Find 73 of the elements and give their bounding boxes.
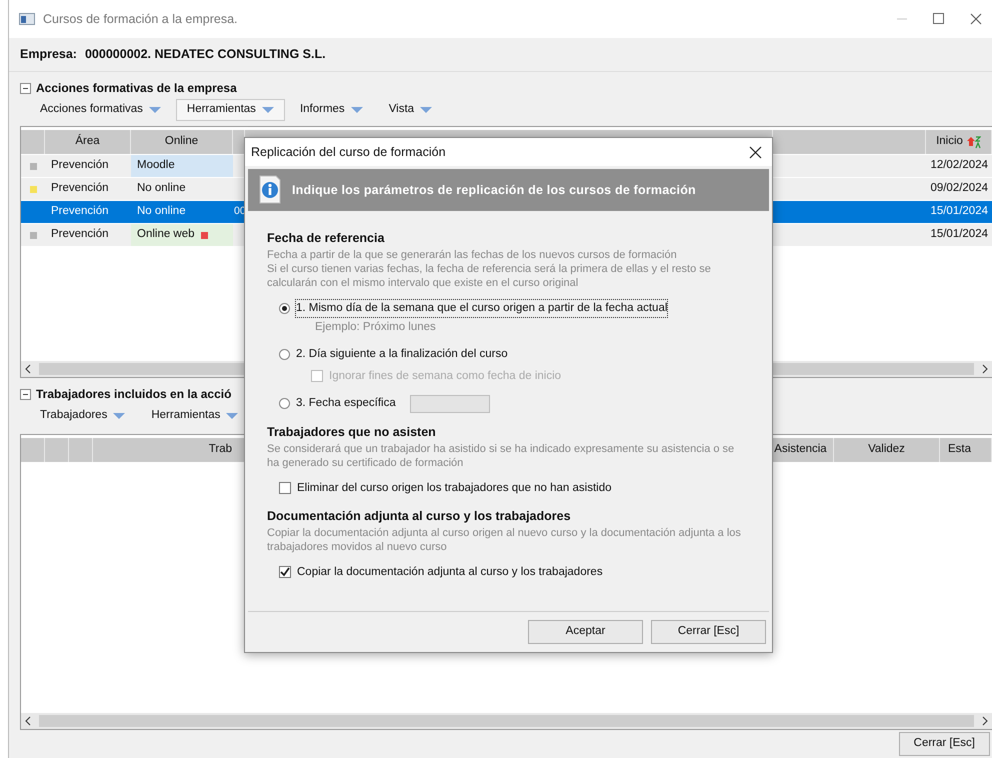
table-cell: Moodle [131,155,233,177]
radio-button[interactable] [279,349,290,360]
window-title: Cursos de formación a la empresa. [43,10,238,28]
table-cell: No online [131,178,233,200]
scroll-left-icon[interactable] [25,716,31,726]
company-label: Empresa: [20,46,77,64]
table-cell: Prevención [45,178,131,200]
collapse-icon[interactable] [20,388,31,400]
table-cell: Prevención [45,155,131,177]
section-heading: Fecha de referencia [267,230,386,247]
table-cell: 15/01/2024 [926,201,992,223]
checkbox[interactable] [279,482,291,494]
column-header[interactable]: Online [131,130,233,154]
maximize-icon[interactable] [933,13,944,24]
table-cell: No online [131,201,233,223]
info-icon [258,175,282,205]
description-text: Copiar la documentación adjunta al curso origen al nuevo curso y la documentación adjunta a los trabajadores movidos al nuevo curso [267,526,742,554]
table-cell [21,201,45,223]
check-icon [280,567,290,578]
menu-button[interactable]: Vista [378,99,444,121]
description-text: Fecha a partir de la que se generarán las fechas de los nuevos cursos de formación [267,248,678,262]
menu-button[interactable]: Herramientas [176,99,285,121]
column-header[interactable]: Inicio [926,130,992,154]
description-text: Si el curso tienen varias fechas, la fecha de referencia será la primera de ellas y el resto se calcularán con el mismo intervalo que existe en el curso original [267,262,712,290]
section-title: Trabajadores incluidos en la acció [36,386,232,403]
section-heading: Trabajadores que no asisten [267,424,437,441]
caret-icon [148,107,161,113]
sort-icon[interactable] [966,136,981,148]
example-text: Ejemplo: Próximo lunes [315,320,437,335]
table-cell: Prevención [45,224,131,246]
dialog-button[interactable]: Aceptar [528,620,643,644]
close-icon[interactable] [970,13,982,25]
menu-button[interactable]: Informes [288,99,374,121]
column-header[interactable]: Trab [93,438,232,462]
column-header[interactable]: Área [45,130,131,154]
scroll-left-icon[interactable] [25,364,31,374]
radio-button[interactable] [279,398,290,410]
column-header[interactable]: Esta [940,438,992,462]
table-cell: 09/02/2024 [926,178,992,200]
menu-button[interactable]: Trabajadores [29,405,136,427]
caret-icon [113,413,126,419]
table-cell: Online web [131,224,233,246]
scrollbar[interactable] [21,713,992,729]
radio-label[interactable]: 3. Fecha específica [296,395,396,412]
checkbox[interactable] [279,566,291,578]
close-icon[interactable] [749,146,762,158]
checkbox-label[interactable]: Eliminar del curso origen los trabajadores que no han asistido [297,480,612,497]
caret-icon [262,107,274,113]
dialog-title: Replicación del curso de formación [251,144,446,161]
caret-icon [226,413,238,419]
radio-button[interactable] [279,302,290,314]
collapse-icon[interactable] [20,82,31,94]
menu-button[interactable]: Acciones formativas [29,99,172,121]
column-header[interactable]: Validez [834,438,940,462]
table-cell: Prevención [45,201,131,223]
checkbox-label[interactable]: Copiar la documentación adjunta al curso y los trabajadores [297,564,603,581]
banner-text: Indique los parámetros de replicación de los cursos de formación [292,182,696,199]
scroll-right-icon[interactable] [982,716,988,726]
scroll-thumb[interactable] [39,715,974,727]
section-heading: Documentación adjunta al curso y los trabajadores [267,508,572,525]
caret-icon [420,107,432,113]
description-text: Se considerará que un trabajador ha asistido si se ha indicado expresamente su asistencia o se ha generado su certificado de formación [267,442,736,470]
table-cell: 12/02/2024 [926,155,992,177]
company-name: 000000002. NEDATEC CONSULTING S.L. [84,46,326,64]
table-cell: 15/01/2024 [926,224,992,246]
section-title: Acciones formativas de la empresa [36,80,237,97]
radio-label[interactable]: 2. Día siguiente a la finalización del curso [296,346,508,364]
close-button[interactable]: Cerrar [Esc] [898,732,990,756]
scroll-right-icon[interactable] [982,364,988,374]
dialog-button[interactable]: Cerrar [Esc] [651,620,766,644]
caret-icon [350,107,363,113]
radio-label[interactable]: 1. Mismo día de la semana que el curso origen a partir de la fecha actual [296,300,668,317]
window-icon [19,13,35,25]
